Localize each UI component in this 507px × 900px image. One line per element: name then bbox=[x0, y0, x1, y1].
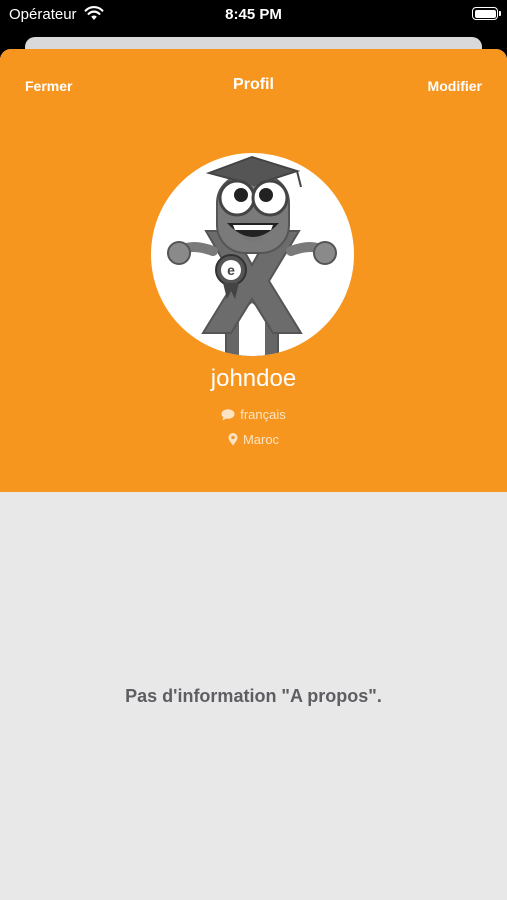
avatar: e bbox=[151, 153, 354, 356]
profile-modal: Fermer Profil Modifier e johndoe françai… bbox=[0, 49, 507, 900]
about-empty-message: Pas d'information "A propos". bbox=[125, 686, 382, 706]
speech-bubble-icon bbox=[221, 409, 235, 421]
location-row: Maroc bbox=[0, 432, 507, 447]
profile-header: Fermer Profil Modifier e johndoe françai… bbox=[0, 49, 507, 492]
language-label: français bbox=[240, 407, 286, 422]
svg-text:e: e bbox=[227, 262, 235, 278]
mascot-avatar: e bbox=[167, 155, 337, 356]
battery-icon bbox=[472, 7, 501, 20]
status-bar: Opérateur 8:45 PM bbox=[0, 0, 507, 30]
location-label: Maroc bbox=[242, 432, 280, 447]
edit-button[interactable]: Modifier bbox=[428, 78, 482, 94]
location-pin-icon bbox=[228, 433, 238, 446]
language-row: français bbox=[0, 407, 507, 422]
clock-time: 8:45 PM bbox=[225, 6, 282, 23]
username: johndoe bbox=[210, 365, 297, 392]
